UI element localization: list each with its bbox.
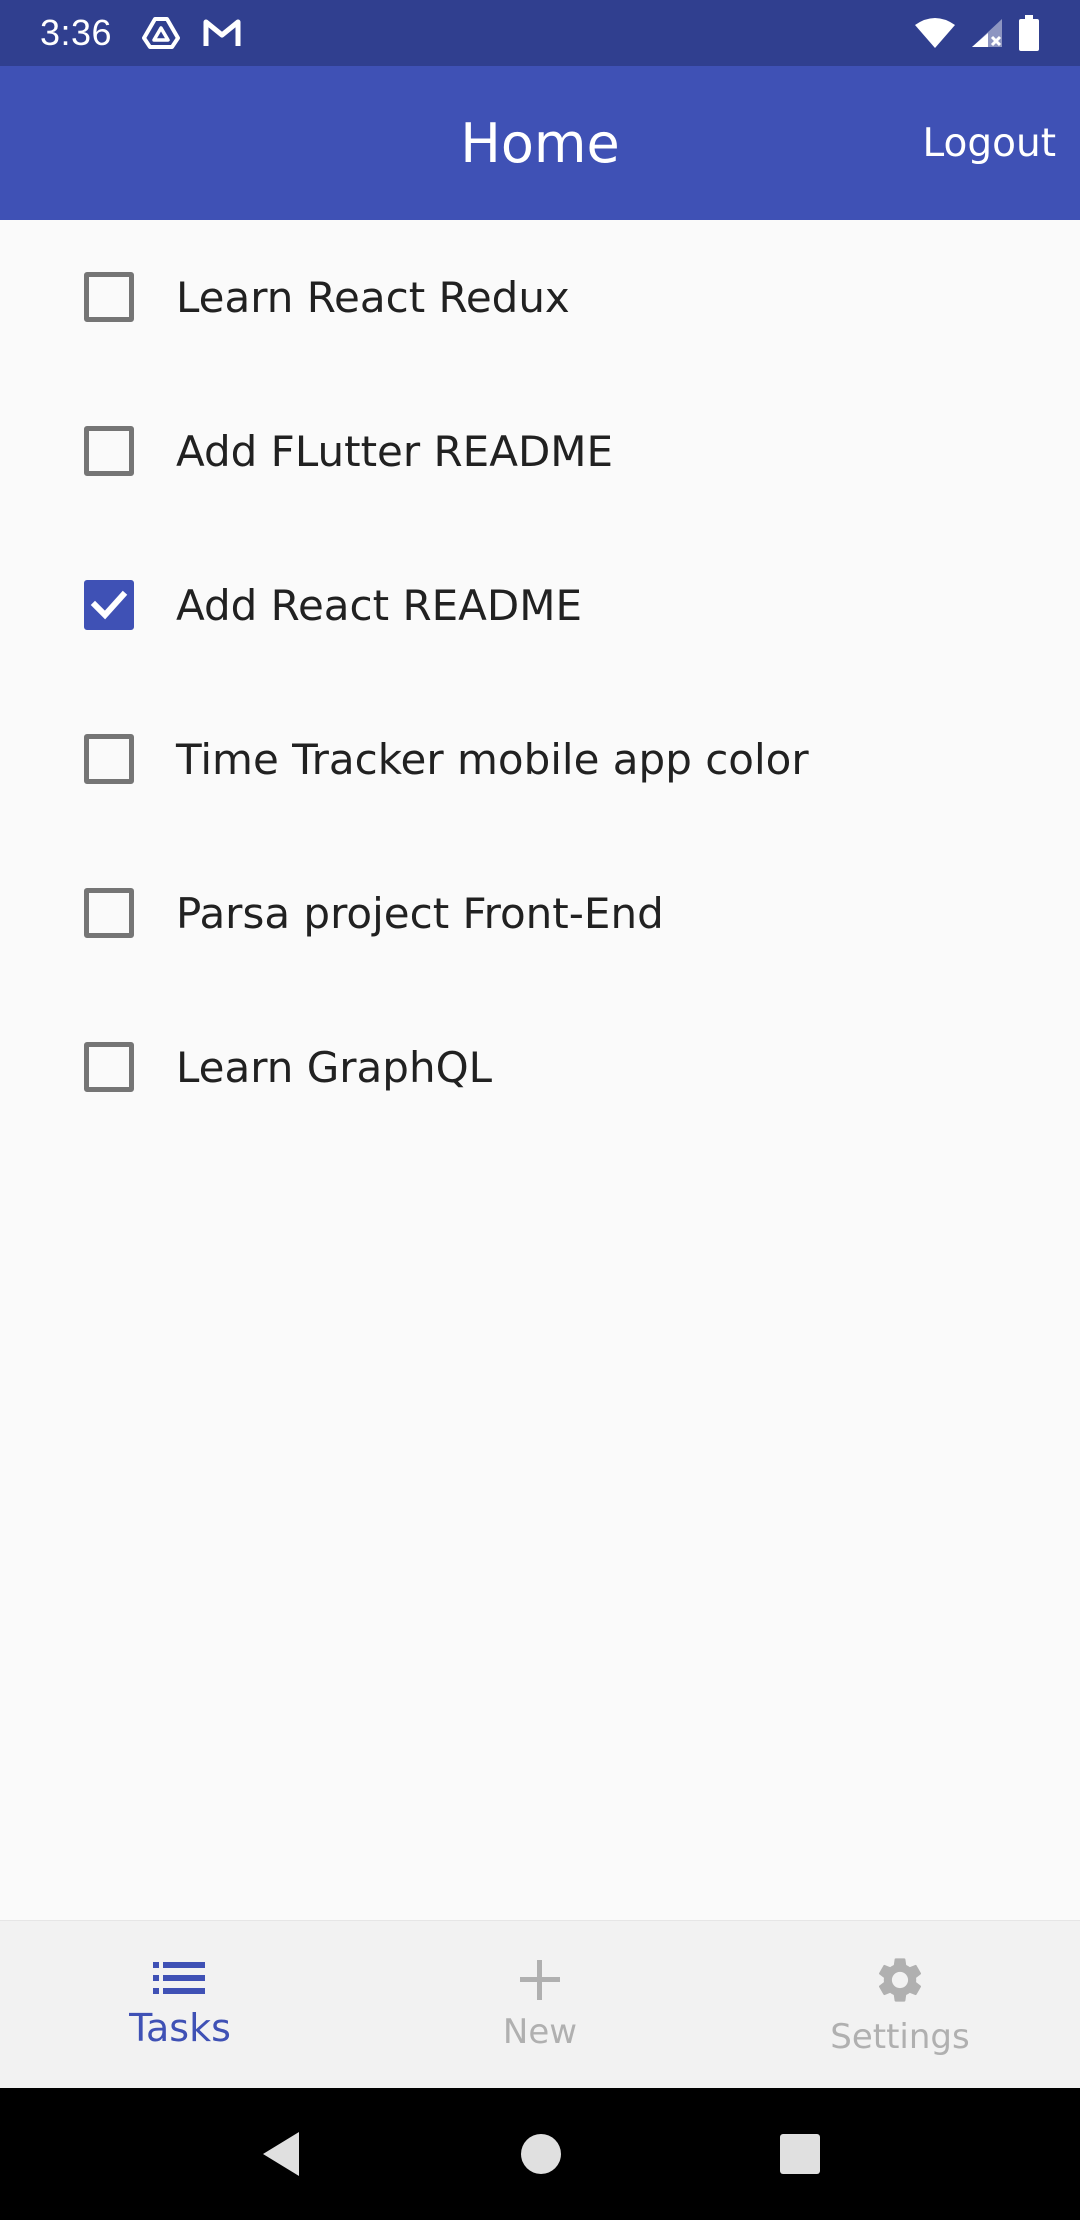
task-item[interactable]: Learn React Redux [0, 220, 1080, 374]
bottom-navigation: Tasks New Settings [0, 1920, 1080, 2088]
task-label: Add React README [176, 580, 583, 630]
battery-icon [1018, 15, 1040, 51]
task-item[interactable]: Add FLutter README [0, 374, 1080, 528]
nav-label-settings: Settings [830, 2016, 970, 2057]
task-checkbox-checked[interactable] [84, 580, 134, 630]
app-bar: Home Logout [0, 66, 1080, 220]
task-item[interactable]: Parsa project Front-End [0, 836, 1080, 990]
task-item[interactable]: Add React README [0, 528, 1080, 682]
task-item[interactable]: Time Tracker mobile app color [0, 682, 1080, 836]
task-label: Add FLutter README [176, 426, 614, 476]
task-label: Time Tracker mobile app color [176, 734, 809, 784]
nav-label-tasks: Tasks [129, 2005, 231, 2050]
task-item[interactable]: Learn GraphQL [0, 990, 1080, 1144]
gear-icon [873, 1953, 927, 2007]
task-checkbox[interactable] [84, 1042, 134, 1092]
nav-tab-settings[interactable]: Settings [720, 1921, 1080, 2088]
drive-icon [142, 16, 181, 50]
task-label: Learn GraphQL [176, 1042, 493, 1092]
check-icon [90, 590, 128, 620]
task-checkbox[interactable] [84, 272, 134, 322]
signal-icon [970, 17, 1004, 49]
task-label: Parsa project Front-End [176, 888, 664, 938]
page-title: Home [460, 111, 620, 175]
task-label: Learn React Redux [176, 272, 570, 322]
nav-tab-tasks[interactable]: Tasks [0, 1921, 360, 2088]
plus-icon [518, 1958, 562, 2002]
task-checkbox[interactable] [84, 426, 134, 476]
status-bar: 3:36 [0, 0, 1080, 66]
list-icon [153, 1960, 207, 1996]
notification-icons [142, 16, 242, 50]
recents-icon[interactable] [779, 2133, 821, 2175]
system-navigation-bar [0, 2088, 1080, 2220]
status-icons [914, 15, 1040, 51]
wifi-icon [914, 17, 956, 49]
logout-button[interactable]: Logout [922, 66, 1056, 220]
task-checkbox[interactable] [84, 888, 134, 938]
nav-tab-new[interactable]: New [360, 1921, 720, 2088]
status-time: 3:36 [40, 12, 113, 53]
task-checkbox[interactable] [84, 734, 134, 784]
home-icon[interactable] [520, 2133, 562, 2175]
nav-label-new: New [502, 2011, 578, 2052]
task-list: Learn React Redux Add FLutter README Add… [0, 220, 1080, 1144]
gmail-icon [202, 18, 242, 48]
back-icon[interactable] [259, 2130, 303, 2178]
